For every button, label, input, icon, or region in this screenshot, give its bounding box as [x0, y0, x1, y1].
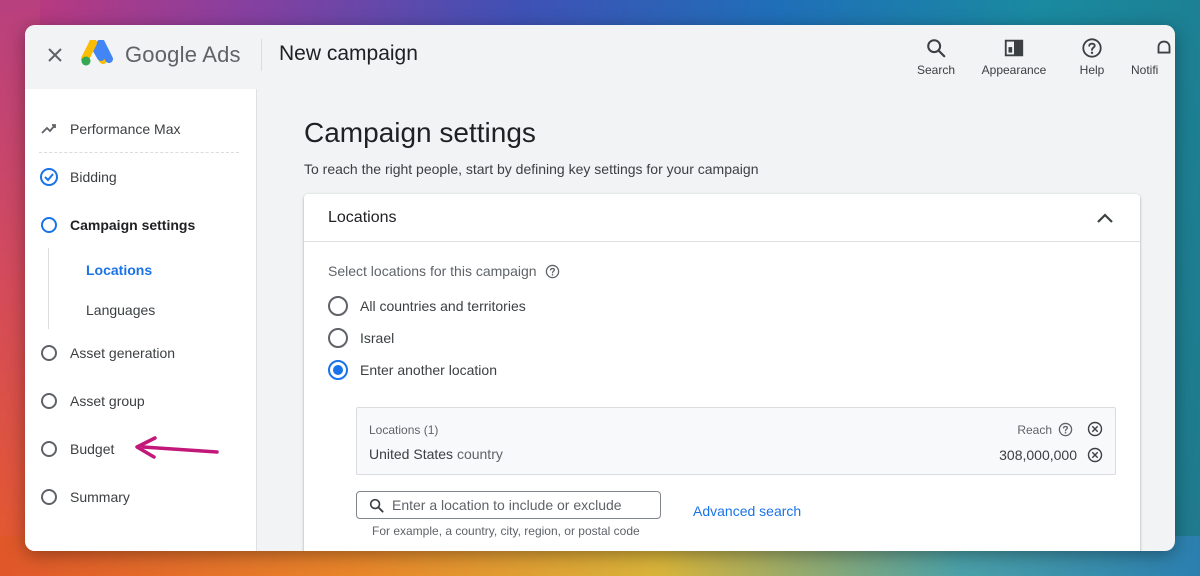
sidebar-item-campaign-settings[interactable]: Campaign settings — [39, 215, 195, 235]
chevron-up-icon[interactable] — [1094, 207, 1116, 229]
notifications-icon — [1157, 40, 1171, 54]
sidebar-item-label: Bidding — [70, 169, 117, 185]
search-icon — [369, 498, 384, 513]
header-divider — [261, 39, 262, 71]
sidebar-subitem-languages[interactable]: Languages — [86, 302, 155, 318]
help-button[interactable]: Help — [1053, 29, 1131, 85]
google-ads-logo-icon — [81, 40, 113, 66]
sidebar-item-label: Campaign settings — [70, 217, 196, 233]
locations-count: Locations (1) — [369, 423, 439, 437]
app-window: Google Ads New campaign Search Appearanc… — [25, 25, 1175, 551]
card-title: Locations — [328, 208, 397, 226]
help-icon — [1082, 38, 1102, 58]
main-content: Campaign settings To reach the right peo… — [257, 89, 1175, 551]
circle-icon — [39, 439, 59, 459]
location-country: United States — [369, 446, 454, 462]
location-name: United States country — [369, 446, 503, 462]
radio-israel[interactable]: Israel — [328, 328, 394, 348]
notifications-button[interactable]: Notifi — [1131, 29, 1175, 85]
appearance-button[interactable]: Appearance — [975, 29, 1053, 85]
notifications-button-label: Notifi — [1131, 63, 1159, 77]
advanced-search-link[interactable]: Advanced search — [693, 503, 801, 519]
sidebar-item-label: Asset generation — [70, 345, 176, 361]
sidebar-item-asset-group[interactable]: Asset group — [39, 391, 145, 411]
sidebar-item-label: Performance Max — [70, 121, 181, 137]
sidebar-item-label: Summary — [70, 489, 130, 505]
remove-location-icon[interactable] — [1087, 447, 1103, 463]
reach-text: Reach — [1017, 422, 1052, 437]
sidebar-subitem-locations[interactable]: Locations — [86, 262, 152, 278]
search-hint: For example, a country, city, region, or… — [372, 524, 640, 538]
section-subtitle: To reach the right people, start by defi… — [304, 161, 759, 177]
brand-name: Google Ads — [125, 42, 241, 67]
reach-label: Reach — [1017, 422, 1073, 437]
page-title: New campaign — [279, 42, 418, 65]
selected-locations-box: Locations (1) Reach United States countr… — [356, 407, 1116, 475]
search-button-label: Search — [916, 63, 956, 77]
radio-button[interactable] — [328, 296, 348, 316]
circle-icon — [39, 215, 59, 235]
radio-label: Israel — [360, 330, 395, 346]
top-bar: Google Ads New campaign Search Appearanc… — [25, 25, 1175, 89]
check-circle-icon — [39, 167, 59, 187]
sidebar-item-summary[interactable]: Summary — [39, 487, 130, 507]
location-reach: 308,000,000 — [999, 447, 1077, 463]
location-search-field[interactable] — [356, 491, 661, 519]
help-button-label: Help — [1079, 63, 1105, 77]
search-button[interactable]: Search — [897, 29, 975, 85]
sidebar-item-label: Budget — [70, 441, 115, 457]
sidebar-item-performance-max[interactable]: Performance Max — [39, 119, 180, 139]
radio-another-location[interactable]: Enter another location — [328, 360, 497, 380]
header-actions: Search Appearance Help Notifi — [897, 29, 1175, 85]
radio-all-countries[interactable]: All countries and territories — [328, 296, 526, 316]
sidebar-divider — [39, 152, 239, 153]
close-icon — [48, 48, 62, 62]
sidebar-sub-line — [48, 248, 49, 329]
circle-icon — [39, 487, 59, 507]
location-type: country — [456, 446, 503, 462]
radio-button[interactable] — [328, 360, 348, 380]
select-locations-label: Select locations for this campaign — [328, 263, 560, 279]
circle-icon — [39, 343, 59, 363]
sidebar-item-label: Asset group — [70, 393, 145, 409]
radio-label: All countries and territories — [360, 298, 526, 314]
help-icon[interactable] — [545, 264, 560, 279]
section-title: Campaign settings — [304, 117, 536, 148]
circle-icon — [39, 391, 59, 411]
search-icon — [927, 39, 946, 58]
annotation-arrow-icon — [135, 436, 219, 459]
radio-button[interactable] — [328, 328, 348, 348]
radio-label: Enter another location — [360, 362, 497, 378]
sidebar: Performance Max Bidding Campaign setting… — [25, 89, 257, 551]
sidebar-item-asset-generation[interactable]: Asset generation — [39, 343, 175, 363]
sidebar-item-budget[interactable]: Budget — [39, 439, 114, 459]
locations-card: Locations Select locations for this camp… — [304, 194, 1140, 551]
remove-all-icon[interactable] — [1087, 421, 1103, 437]
appearance-icon — [1004, 39, 1024, 57]
select-locations-text: Select locations for this campaign — [328, 263, 537, 279]
performance-icon — [39, 119, 59, 139]
location-search-input[interactable] — [392, 497, 652, 513]
close-button[interactable] — [41, 41, 69, 69]
locations-card-header[interactable]: Locations — [304, 194, 1140, 242]
sidebar-item-bidding[interactable]: Bidding — [39, 167, 117, 187]
appearance-button-label: Appearance — [981, 63, 1047, 77]
help-icon[interactable] — [1058, 422, 1073, 437]
